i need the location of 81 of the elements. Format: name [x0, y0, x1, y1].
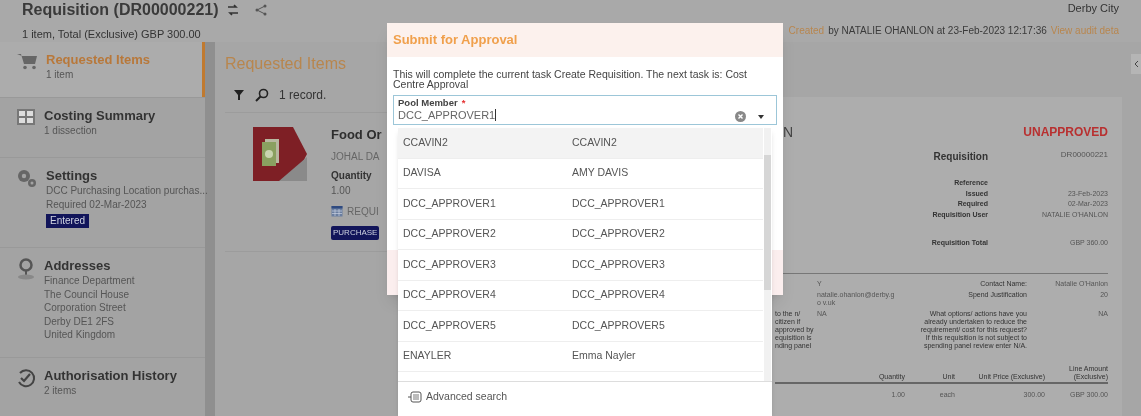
money-document-icon: [253, 127, 307, 181]
sidebar-item[interactable]: Settings DCC Purchasing Location purchas... Required 02-Mar-2023 Entered: [0, 157, 205, 247]
document-title: N: [783, 122, 794, 142]
status-badge: Entered: [46, 214, 90, 228]
scrollbar[interactable]: [764, 128, 771, 381]
option-code: DCC_APPROVER3: [403, 256, 497, 272]
dropdown-option[interactable]: DCC_APPROVER2 DCC_APPROVER2: [398, 219, 763, 250]
field-value: DCC_APPROVER1: [398, 108, 496, 122]
field-value: DR00000221: [1059, 149, 1108, 161]
cart-icon: [16, 52, 38, 70]
grid-icon: [16, 108, 36, 126]
dropdown-option[interactable]: DCC_APPROVER1 DCC_APPROVER1: [398, 189, 763, 220]
dropdown-option[interactable]: DCC_APPROVER4 DCC_APPROVER4: [398, 280, 763, 311]
requisition-label: REQUI: [347, 204, 379, 219]
item-title[interactable]: Food Or: [331, 125, 382, 145]
sidebar-item-detail: Finance Department: [44, 274, 135, 288]
page-title: Requisition (DR00000221): [22, 1, 219, 18]
option-code: ENAYLER: [403, 348, 453, 364]
sidebar-item-title: Authorisation History: [44, 368, 177, 384]
dropdown-option[interactable]: DAVISA AMY DAVIS: [398, 158, 763, 189]
quantity-value: 1.00: [331, 183, 352, 198]
swap-icon[interactable]: [226, 3, 239, 16]
sidebar-item-detail: Derby DE1 2FS: [44, 314, 116, 328]
sidebar-item-title: Addresses: [44, 258, 112, 274]
sidebar-item-detail: Corporation Street: [44, 301, 127, 315]
share-icon[interactable]: [254, 3, 267, 16]
section-title: Requested Items: [225, 54, 346, 74]
sidebar-item-detail: Required 02-Mar-2023: [46, 197, 148, 211]
option-name: DCC_APPROVER2: [572, 226, 665, 242]
sidebar-item-title: Requested Items: [46, 52, 151, 68]
audit-text: by NATALIE OHANLON at 23-Feb-2023 12:17:36: [828, 24, 1047, 38]
dropdown-option[interactable]: CCAVIN2 CCAVIN2: [398, 128, 763, 159]
option-code: CCAVIN2: [403, 134, 449, 150]
requisition-summary: 1 item, Total (Exclusive) GBP 300.00: [22, 26, 202, 42]
sidebar-item[interactable]: Requested Items 1 item: [0, 42, 205, 97]
dialog-message: This will complete the current task Create Requisition. The next task is: Cost Centre Approval: [392, 69, 749, 89]
sidebar-item-detail: DCC Purchasing Location purchas...: [46, 184, 208, 198]
pool-member-field[interactable]: Pool Member * DCC_APPROVER1: [393, 95, 777, 125]
check-history-icon: [16, 368, 36, 388]
search-icon[interactable]: [255, 88, 269, 102]
option-code: DCC_APPROVER1: [403, 195, 497, 211]
organisation-name: Derby City: [1067, 1, 1119, 16]
option-name: DCC_APPROVER1: [572, 195, 665, 211]
filter-icon[interactable]: [233, 89, 245, 101]
location-pin-icon: [16, 258, 36, 280]
record-count: 1 record.: [279, 87, 327, 104]
supplier-name: JOHAL DA: [331, 149, 381, 164]
list-icon: [408, 390, 422, 403]
advanced-search-link[interactable]: Advanced search: [398, 389, 518, 405]
sidebar-item-title: Settings: [46, 168, 99, 184]
dropdown-option[interactable]: DCC_APPROVER3 DCC_APPROVER3: [398, 250, 763, 281]
clear-icon[interactable]: [735, 111, 746, 122]
option-code: DAVISA: [403, 165, 442, 181]
option-name: DCC_APPROVER3: [572, 256, 665, 272]
dropdown-option[interactable]: DCC_APPROVER5 DCC_APPROVER5: [398, 311, 763, 342]
caret-icon[interactable]: [758, 115, 764, 119]
dialog-title: Submit for Approval: [387, 23, 783, 57]
option-name: CCAVIN2: [572, 134, 617, 150]
calendar-icon: [331, 205, 343, 217]
status-label: UNAPPROVED: [1023, 124, 1108, 141]
sidebar-item-detail: United Kingdom: [44, 328, 117, 342]
gears-icon: [16, 168, 38, 188]
collapse-icon[interactable]: [1131, 54, 1141, 74]
option-name: AMY DAVIS: [572, 165, 629, 181]
option-name: DCC_APPROVER5: [572, 317, 665, 333]
option-code: DCC_APPROVER2: [403, 226, 497, 242]
sidebar-item-detail: 1 item: [46, 68, 75, 82]
sidebar-item-detail: 1 dissection: [44, 124, 98, 138]
option-code: DCC_APPROVER5: [403, 317, 497, 333]
field-label: Pool Member: [398, 97, 458, 108]
option-code: DCC_APPROVER4: [403, 287, 497, 303]
dropdown-option[interactable]: ENAYLER Emma Nayler: [398, 341, 763, 372]
option-name: DCC_APPROVER4: [572, 287, 665, 303]
sidebar-item-title: Costing Summary: [44, 108, 156, 124]
option-name: Emma Nayler: [572, 348, 636, 364]
field-label: Requisition: [933, 150, 988, 164]
quantity-label: Quantity: [331, 168, 373, 183]
sidebar-item-detail: The Council House: [44, 287, 131, 301]
purchase-tag: PURCHASE: [331, 225, 380, 240]
required-marker: *: [461, 97, 466, 108]
sidebar-item-detail: 2 items: [44, 384, 78, 398]
